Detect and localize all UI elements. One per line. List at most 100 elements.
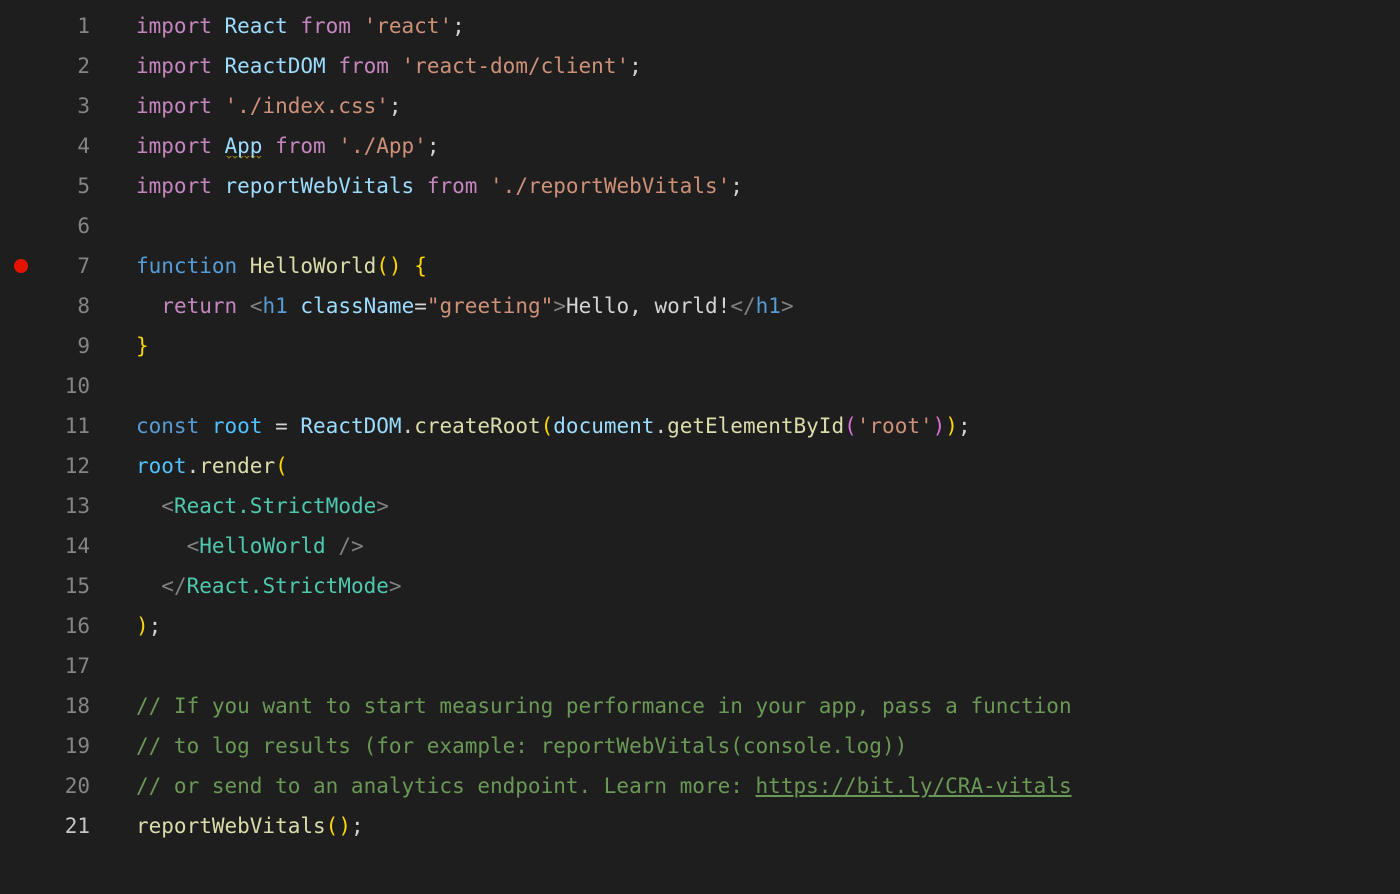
code-token: reportWebVitals [136, 814, 326, 838]
line-number[interactable]: 9 [0, 326, 118, 366]
code-token: ReactDOM [225, 54, 326, 78]
line-number[interactable]: 1 [0, 6, 118, 46]
code-token: ( [844, 414, 857, 438]
line-number[interactable]: 17 [0, 646, 118, 686]
line-number[interactable]: 20 [0, 766, 118, 806]
code-token: ; [730, 174, 743, 198]
code-line[interactable]: // or send to an analytics endpoint. Lea… [136, 766, 1400, 806]
line-number[interactable]: 6 [0, 206, 118, 246]
code-token: ( [326, 814, 339, 838]
code-token [136, 574, 161, 598]
code-token: </ [161, 574, 186, 598]
line-number[interactable]: 7 [0, 246, 118, 286]
code-line[interactable]: </React.StrictMode> [136, 566, 1400, 606]
code-token: HelloWorld [250, 254, 376, 278]
code-token: > [376, 494, 389, 518]
code-line[interactable]: import './index.css'; [136, 86, 1400, 126]
line-number-gutter[interactable]: 123456789101112131415161718192021 [0, 6, 118, 846]
code-token: 'react' [364, 14, 453, 38]
code-token: // to log results (for example: reportWe… [136, 734, 907, 758]
code-line[interactable]: <HelloWorld /> [136, 526, 1400, 566]
code-token: ( [275, 454, 288, 478]
code-line[interactable]: import ReactDOM from 'react-dom/client'; [136, 46, 1400, 86]
code-token: = [262, 414, 300, 438]
code-line[interactable]: return <h1 className="greeting">Hello, w… [136, 286, 1400, 326]
code-line[interactable]: const root = ReactDOM.createRoot(documen… [136, 406, 1400, 446]
line-number[interactable]: 14 [0, 526, 118, 566]
code-line[interactable]: function HelloWorld() { [136, 246, 1400, 286]
code-token [326, 534, 339, 558]
code-token: './App' [338, 134, 427, 158]
code-token: ( [376, 254, 389, 278]
code-token: > [781, 294, 794, 318]
code-line[interactable]: <React.StrictMode> [136, 486, 1400, 526]
code-token: </ [730, 294, 755, 318]
code-token: reportWebVitals [225, 174, 415, 198]
code-token: ( [541, 414, 554, 438]
code-line[interactable]: import reportWebVitals from './reportWeb… [136, 166, 1400, 206]
line-number[interactable]: 3 [0, 86, 118, 126]
code-token: import [136, 14, 225, 38]
code-token: className [300, 294, 414, 318]
line-number[interactable]: 4 [0, 126, 118, 166]
code-token: . [187, 454, 200, 478]
code-line[interactable]: // If you want to start measuring perfor… [136, 686, 1400, 726]
code-line[interactable] [136, 206, 1400, 246]
code-token: ; [149, 614, 162, 638]
code-token: const [136, 414, 212, 438]
code-token: 'react-dom/client' [402, 54, 630, 78]
code-token: "greeting" [427, 294, 553, 318]
line-number[interactable]: 8 [0, 286, 118, 326]
line-number[interactable]: 2 [0, 46, 118, 86]
code-token: ) [338, 814, 351, 838]
code-token: render [199, 454, 275, 478]
line-number[interactable]: 18 [0, 686, 118, 726]
code-token: > [553, 294, 566, 318]
code-token: './reportWebVitals' [490, 174, 730, 198]
code-line[interactable]: } [136, 326, 1400, 366]
code-token: document [553, 414, 654, 438]
code-line[interactable]: import App from './App'; [136, 126, 1400, 166]
code-token: ; [427, 134, 440, 158]
code-token: from [288, 14, 364, 38]
code-token: < [250, 294, 263, 318]
code-token: ; [452, 14, 465, 38]
line-number[interactable]: 10 [0, 366, 118, 406]
code-token: > [389, 574, 402, 598]
code-line[interactable]: ); [136, 606, 1400, 646]
code-line[interactable]: import React from 'react'; [136, 6, 1400, 46]
code-token: ) [945, 414, 958, 438]
code-area[interactable]: import React from 'react';import ReactDO… [118, 6, 1400, 846]
code-token: root [212, 414, 263, 438]
code-token: from [326, 54, 402, 78]
code-line[interactable] [136, 646, 1400, 686]
line-number[interactable]: 15 [0, 566, 118, 606]
code-token: React [225, 14, 288, 38]
code-token: from [414, 174, 490, 198]
code-token: h1 [756, 294, 781, 318]
line-number[interactable]: 12 [0, 446, 118, 486]
code-token: import [136, 94, 225, 118]
line-number[interactable]: 13 [0, 486, 118, 526]
code-token [136, 534, 187, 558]
line-number[interactable]: 19 [0, 726, 118, 766]
line-number[interactable]: 11 [0, 406, 118, 446]
code-token: < [161, 494, 174, 518]
line-number[interactable]: 16 [0, 606, 118, 646]
code-token: = [414, 294, 427, 318]
code-token: import [136, 134, 225, 158]
code-line[interactable]: reportWebVitals(); [136, 806, 1400, 846]
code-editor[interactable]: 123456789101112131415161718192021 import… [0, 0, 1400, 846]
code-token [402, 254, 415, 278]
code-token: React.StrictMode [174, 494, 376, 518]
breakpoint-icon[interactable] [14, 259, 28, 273]
code-line[interactable]: root.render( [136, 446, 1400, 486]
code-token: /> [338, 534, 363, 558]
line-number[interactable]: 5 [0, 166, 118, 206]
code-line[interactable] [136, 366, 1400, 406]
code-token: from [262, 134, 338, 158]
code-token: . [402, 414, 415, 438]
code-token: } [136, 334, 149, 358]
line-number[interactable]: 21 [0, 806, 118, 846]
code-line[interactable]: // to log results (for example: reportWe… [136, 726, 1400, 766]
